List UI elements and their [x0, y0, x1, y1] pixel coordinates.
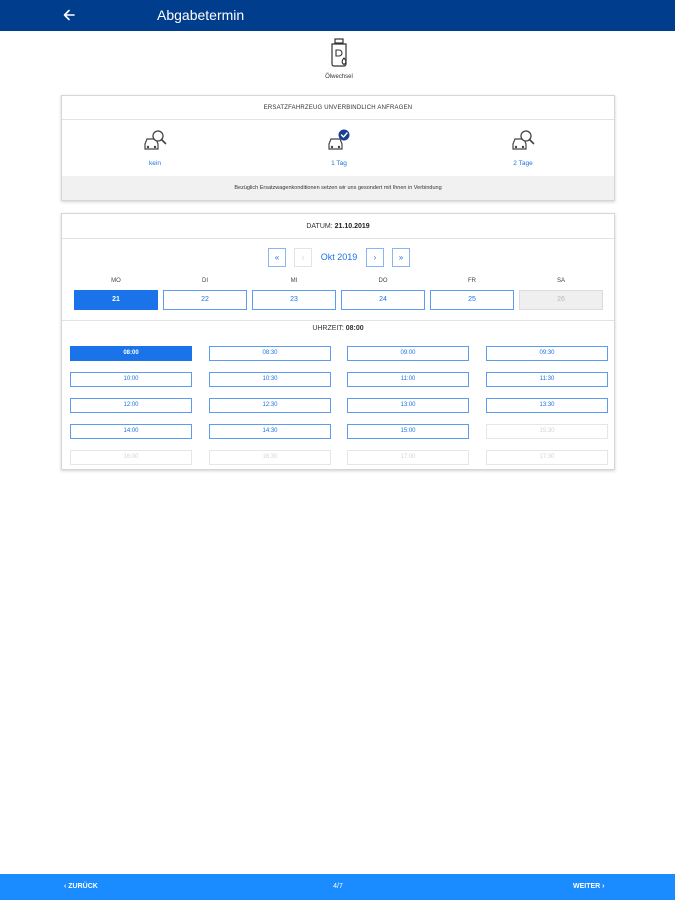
time-slot[interactable]: 13:30: [486, 398, 608, 413]
replacement-option-label: kein: [149, 160, 161, 167]
prev-month-button[interactable]: ‹: [294, 248, 312, 267]
replacement-option-label: 2 Tage: [513, 160, 533, 167]
time-slot: 17:30: [486, 450, 608, 465]
replacement-note: Bezüglich Ersatzwagenkonditionen setzen …: [62, 176, 614, 200]
day-column: MI 23: [252, 278, 336, 310]
time-slot[interactable]: 12:30: [209, 398, 331, 413]
replacement-options: kein 1 Tag 2 Tage: [62, 120, 614, 177]
next-button-label: WEITER: [573, 883, 601, 890]
current-month: Okt 2019: [320, 252, 358, 262]
time-slot[interactable]: 12:00: [70, 398, 192, 413]
time-slot[interactable]: 13:00: [347, 398, 469, 413]
day-name: MI: [290, 278, 298, 284]
day-column: DI 22: [163, 278, 247, 310]
car-search-icon: [144, 130, 167, 150]
service-label: Ölwechsel: [325, 74, 353, 80]
oil-can-icon: [331, 38, 347, 67]
time-slot[interactable]: 10:30: [209, 372, 331, 387]
replacement-option-2-days[interactable]: 2 Tage: [493, 128, 553, 167]
section-divider: [62, 320, 614, 321]
day-column: FR 25: [430, 278, 514, 310]
day-column: DO 24: [341, 278, 425, 310]
appointment-card: DATUM: 21.10.2019 « ‹ Okt 2019 › » MO 21…: [61, 213, 615, 470]
day-button[interactable]: 21: [74, 290, 158, 310]
replacement-option-none[interactable]: kein: [125, 128, 185, 167]
time-slot[interactable]: 09:30: [486, 346, 608, 361]
back-button-label: ZURÜCK: [68, 883, 98, 890]
time-heading: UHRZEIT: 08:00: [62, 325, 614, 332]
month-navigation: « ‹ Okt 2019 › »: [62, 248, 614, 268]
time-value: 08:00: [345, 325, 364, 332]
day-name: DI: [202, 278, 208, 284]
day-button[interactable]: 23: [252, 290, 336, 310]
bottom-navigation: ‹ ZURÜCK 4/7 WEITER ›: [0, 874, 675, 900]
day-name: FR: [468, 278, 476, 284]
replacement-car-card: ERSATZFAHRZEUG UNVERBINDLICH ANFRAGEN ke…: [61, 95, 615, 201]
car-check-icon: [328, 129, 350, 150]
time-slot: 16:30: [209, 450, 331, 465]
first-month-button[interactable]: «: [268, 248, 286, 267]
time-slot[interactable]: 09:00: [347, 346, 469, 361]
next-month-button[interactable]: ›: [366, 248, 384, 267]
time-slot[interactable]: 08:30: [209, 346, 331, 361]
date-heading: DATUM: 21.10.2019: [62, 214, 614, 239]
app-header: Abgabetermin: [0, 0, 675, 31]
replacement-option-1-day[interactable]: 1 Tag: [309, 128, 369, 167]
chevron-right-icon: ›: [600, 883, 605, 890]
time-slot: 17:00: [347, 450, 469, 465]
time-slot[interactable]: 14:30: [209, 424, 331, 439]
time-slot: 15:30: [486, 424, 608, 439]
day-name: MO: [111, 278, 121, 284]
day-button[interactable]: 25: [430, 290, 514, 310]
day-button[interactable]: 22: [163, 290, 247, 310]
step-indicator: 4/7: [333, 883, 343, 890]
time-label: UHRZEIT:: [312, 325, 344, 332]
arrow-left-icon: [63, 9, 75, 21]
last-month-button[interactable]: »: [392, 248, 410, 267]
back-button[interactable]: ‹ ZURÜCK: [64, 883, 98, 890]
car-search-icon: [512, 130, 535, 150]
time-slot[interactable]: 11:30: [486, 372, 608, 387]
time-slot[interactable]: 15:00: [347, 424, 469, 439]
day-button: 26: [519, 290, 603, 310]
day-picker: MO 21 DI 22 MI 23 DO 24 FR 25 SA 26: [62, 278, 614, 314]
time-slot[interactable]: 08:00: [70, 346, 192, 361]
next-button[interactable]: WEITER ›: [573, 883, 605, 890]
date-value: 21.10.2019: [334, 223, 370, 230]
day-name: DO: [378, 278, 388, 284]
page-title: Abgabetermin: [157, 7, 245, 23]
time-slot: 16:00: [70, 450, 192, 465]
replacement-car-heading: ERSATZFAHRZEUG UNVERBINDLICH ANFRAGEN: [62, 96, 614, 120]
service-summary: Ölwechsel: [310, 38, 368, 80]
time-slot[interactable]: 11:00: [347, 372, 469, 387]
time-slot[interactable]: 10:00: [70, 372, 192, 387]
day-button[interactable]: 24: [341, 290, 425, 310]
date-label: DATUM:: [306, 223, 333, 230]
time-slot[interactable]: 14:00: [70, 424, 192, 439]
day-column: SA 26: [519, 278, 603, 310]
day-name: SA: [556, 278, 565, 284]
day-column: MO 21: [74, 278, 158, 310]
back-arrow-button[interactable]: [58, 4, 80, 26]
replacement-option-label: 1 Tag: [331, 160, 347, 167]
